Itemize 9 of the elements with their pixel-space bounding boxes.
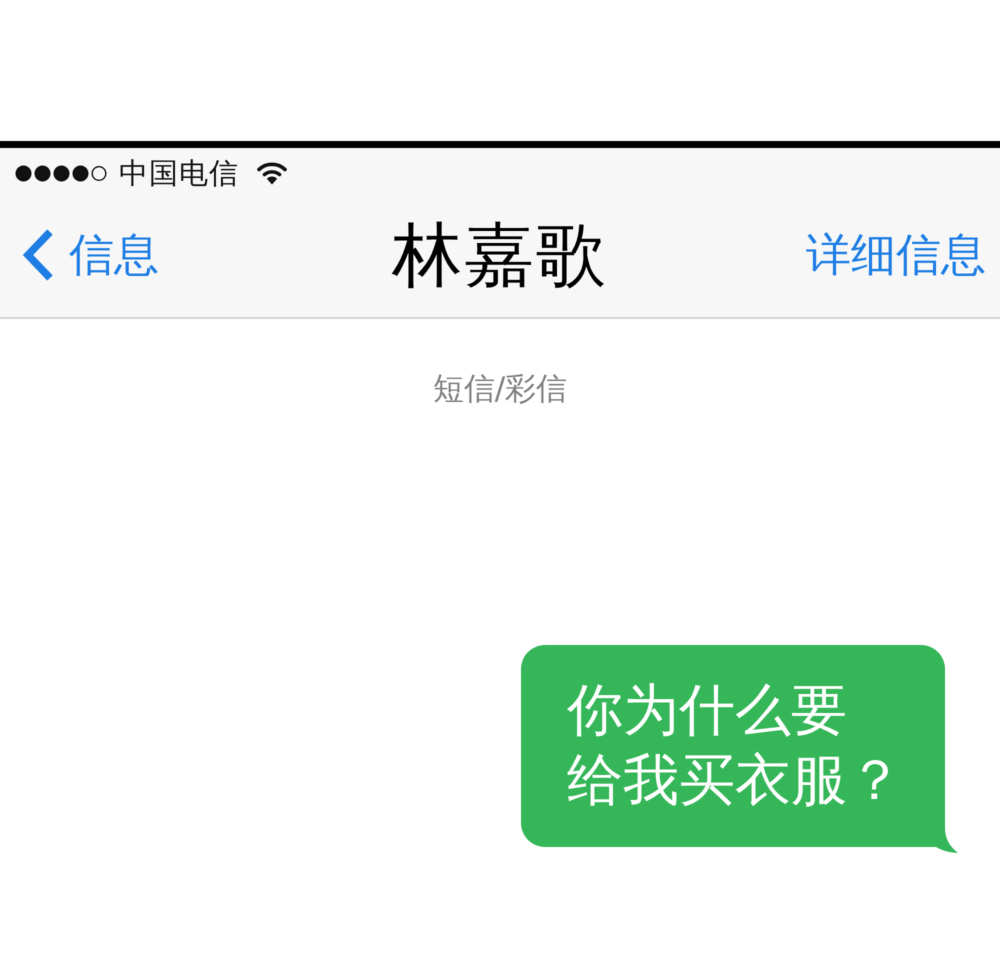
- carrier-name: 中国电信: [119, 155, 239, 191]
- details-button[interactable]: 详细信息: [806, 226, 986, 282]
- message-text: 你为什么要给我买衣服？: [567, 677, 904, 815]
- wifi-icon: [257, 161, 287, 185]
- back-chevron-icon: [21, 228, 55, 282]
- back-button[interactable]: 信息: [21, 226, 159, 282]
- service-label: 短信/彩信: [432, 371, 568, 407]
- contact-name-title: 林嘉歌: [392, 212, 608, 296]
- signal-strength-icon: [15, 164, 107, 182]
